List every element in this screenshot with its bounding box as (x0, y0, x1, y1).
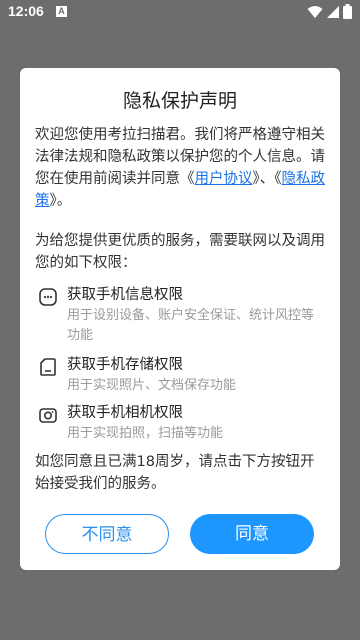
intro-suffix: 》。 (49, 193, 72, 209)
disagree-button[interactable]: 不同意 (45, 514, 169, 554)
intro-middle: 》、《 (252, 171, 282, 187)
status-icons (307, 4, 352, 19)
permission-title: 获取手机信息权限 (67, 287, 183, 303)
permission-desc: 用于实现拍照，扫描等功能 (67, 426, 224, 441)
wifi-icon (307, 5, 323, 18)
permission-desc: 用于实现照片、文档保存功能 (67, 378, 237, 393)
privacy-dialog: 隐私保护声明 欢迎您使用考拉扫描君。我们将严格遵守相关法律法规和隐私政策以保护您… (20, 68, 340, 570)
signal-icon (327, 5, 339, 18)
battery-icon (343, 4, 352, 19)
storage-icon (40, 358, 56, 376)
permission-desc: 用于设别设备、账户安全保证、统计风控等功能 (67, 308, 315, 343)
intro-text: 欢迎您使用考拉扫描君。我们将严格遵守相关法律法规和隐私政策以保护您的个人信息。请… (35, 124, 327, 212)
agree-button[interactable]: 同意 (190, 514, 314, 554)
permission-title: 获取手机相机权限 (67, 405, 183, 421)
camera-icon (39, 408, 57, 423)
age-consent-note: 如您同意且已满18周岁，请点击下方按钮开始接受我们的服务。 (35, 454, 315, 492)
status-time: 12:06 (8, 3, 44, 19)
permissions-intro: 为给您提供更优质的服务，需要联网以及调用您的如下权限： (35, 233, 325, 271)
status-bar: 12:06 A (0, 0, 360, 24)
permission-title: 获取手机存储权限 (67, 357, 183, 373)
phone-info-icon (39, 288, 57, 306)
dialog-title: 隐私保护声明 (122, 90, 237, 112)
notification-badge: A (56, 6, 67, 17)
user-agreement-link[interactable]: 用户协议 (195, 171, 253, 187)
